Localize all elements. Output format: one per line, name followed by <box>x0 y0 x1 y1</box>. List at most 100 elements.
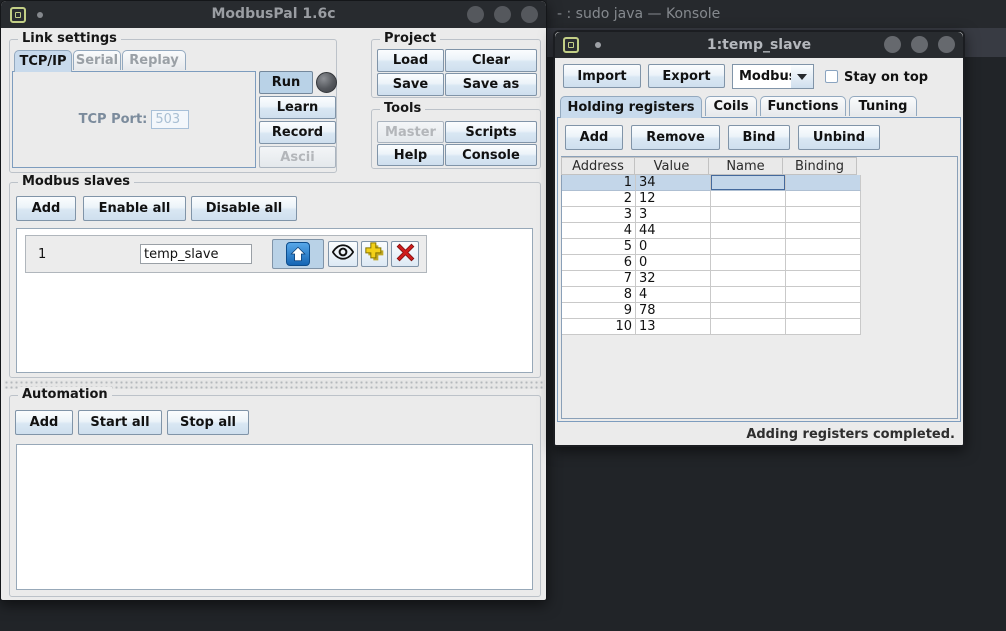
clear-button[interactable]: Clear <box>445 49 537 72</box>
scripts-button[interactable]: Scripts <box>445 121 537 143</box>
cell-value[interactable]: 44 <box>636 223 711 239</box>
register-row[interactable]: 60 <box>562 255 861 271</box>
cell-value[interactable]: 32 <box>636 271 711 287</box>
register-row[interactable]: 212 <box>562 191 861 207</box>
cell-binding[interactable] <box>786 191 861 207</box>
column-header-binding[interactable]: Binding <box>782 157 857 175</box>
tab-coils[interactable]: Coils <box>705 96 757 116</box>
register-bind-button[interactable]: Bind <box>728 125 790 150</box>
cell-binding[interactable] <box>786 319 861 335</box>
close-button[interactable] <box>938 36 955 53</box>
tab-tuning[interactable]: Tuning <box>849 96 917 116</box>
cell-address[interactable]: 4 <box>562 223 636 239</box>
cell-value[interactable]: 0 <box>636 239 711 255</box>
enable-all-button[interactable]: Enable all <box>83 196 186 221</box>
register-row[interactable]: 444 <box>562 223 861 239</box>
slave-add-button[interactable]: Add <box>16 196 76 221</box>
import-button[interactable]: Import <box>563 64 641 88</box>
minimize-button[interactable] <box>884 36 901 53</box>
tab-holding-registers[interactable]: Holding registers <box>560 96 702 118</box>
record-button[interactable]: Record <box>259 121 336 144</box>
slave-view-button[interactable] <box>328 241 358 267</box>
console-button[interactable]: Console <box>445 144 537 166</box>
tab-functions[interactable]: Functions <box>760 96 846 116</box>
cell-address[interactable]: 5 <box>562 239 636 255</box>
run-button[interactable]: Run <box>259 71 313 94</box>
window-menu-icon[interactable] <box>10 7 26 23</box>
learn-button[interactable]: Learn <box>259 96 336 119</box>
minimize-button[interactable] <box>467 6 484 23</box>
cell-value[interactable]: 0 <box>636 255 711 271</box>
save-as-button[interactable]: Save as <box>445 73 537 96</box>
disable-all-button[interactable]: Disable all <box>191 196 297 221</box>
cell-value[interactable]: 13 <box>636 319 711 335</box>
cell-name[interactable] <box>711 239 786 255</box>
cell-binding[interactable] <box>786 271 861 287</box>
cell-binding[interactable] <box>786 223 861 239</box>
cell-address[interactable]: 9 <box>562 303 636 319</box>
tab-tcpip[interactable]: TCP/IP <box>14 50 72 72</box>
cell-binding[interactable] <box>786 287 861 303</box>
export-button[interactable]: Export <box>648 64 725 88</box>
cell-address[interactable]: 10 <box>562 319 636 335</box>
load-button[interactable]: Load <box>377 49 444 72</box>
register-remove-button[interactable]: Remove <box>631 125 720 150</box>
start-all-button[interactable]: Start all <box>78 410 162 435</box>
register-unbind-button[interactable]: Unbind <box>798 125 880 150</box>
cell-name[interactable] <box>711 207 786 223</box>
cell-binding[interactable] <box>786 239 861 255</box>
cell-value[interactable]: 3 <box>636 207 711 223</box>
register-add-button[interactable]: Add <box>565 125 623 150</box>
cell-binding[interactable] <box>786 175 861 191</box>
close-button[interactable] <box>521 6 538 23</box>
window-menu-icon[interactable] <box>563 37 579 53</box>
cell-address[interactable]: 8 <box>562 287 636 303</box>
register-row[interactable]: 732 <box>562 271 861 287</box>
column-header-value[interactable]: Value <box>634 157 709 175</box>
register-row[interactable]: 84 <box>562 287 861 303</box>
modbuspal-titlebar[interactable]: ModbusPal 1.6c <box>1 1 546 28</box>
register-row[interactable]: 33 <box>562 207 861 223</box>
maximize-button[interactable] <box>494 6 511 23</box>
cell-value[interactable]: 12 <box>636 191 711 207</box>
cell-name[interactable] <box>711 175 786 191</box>
cell-address[interactable]: 6 <box>562 255 636 271</box>
cell-binding[interactable] <box>786 303 861 319</box>
cell-name[interactable] <box>711 191 786 207</box>
help-button[interactable]: Help <box>377 144 444 166</box>
cell-value[interactable]: 34 <box>636 175 711 191</box>
protocol-combobox[interactable]: Modbus <box>732 64 792 89</box>
column-header-address[interactable]: Address <box>561 157 635 175</box>
cell-binding[interactable] <box>786 207 861 223</box>
slave-duplicate-button[interactable] <box>361 241 388 267</box>
temp-slave-titlebar[interactable]: 1:temp_slave <box>555 32 963 58</box>
register-row[interactable]: 50 <box>562 239 861 255</box>
combobox-arrow-icon[interactable] <box>791 64 814 89</box>
cell-address[interactable]: 2 <box>562 191 636 207</box>
save-button[interactable]: Save <box>377 73 444 96</box>
cell-name[interactable] <box>711 303 786 319</box>
register-row[interactable]: 134 <box>562 175 861 191</box>
maximize-button[interactable] <box>911 36 928 53</box>
slave-enabled-toggle[interactable] <box>272 239 324 269</box>
automation-add-button[interactable]: Add <box>15 410 73 435</box>
cell-name[interactable] <box>711 223 786 239</box>
stay-on-top-checkbox[interactable] <box>825 70 838 83</box>
cell-value[interactable]: 4 <box>636 287 711 303</box>
cell-address[interactable]: 7 <box>562 271 636 287</box>
cell-name[interactable] <box>711 319 786 335</box>
cell-address[interactable]: 1 <box>562 175 636 191</box>
cell-name[interactable] <box>711 287 786 303</box>
slave-name-input[interactable] <box>140 244 252 264</box>
register-row[interactable]: 978 <box>562 303 861 319</box>
cell-name[interactable] <box>711 255 786 271</box>
register-row[interactable]: 1013 <box>562 319 861 335</box>
cell-address[interactable]: 3 <box>562 207 636 223</box>
stop-all-button[interactable]: Stop all <box>167 410 249 435</box>
slave-row[interactable]: 1 <box>25 235 427 273</box>
cell-value[interactable]: 78 <box>636 303 711 319</box>
slave-delete-button[interactable] <box>391 241 419 267</box>
column-header-name[interactable]: Name <box>708 157 783 175</box>
cell-name[interactable] <box>711 271 786 287</box>
cell-binding[interactable] <box>786 255 861 271</box>
